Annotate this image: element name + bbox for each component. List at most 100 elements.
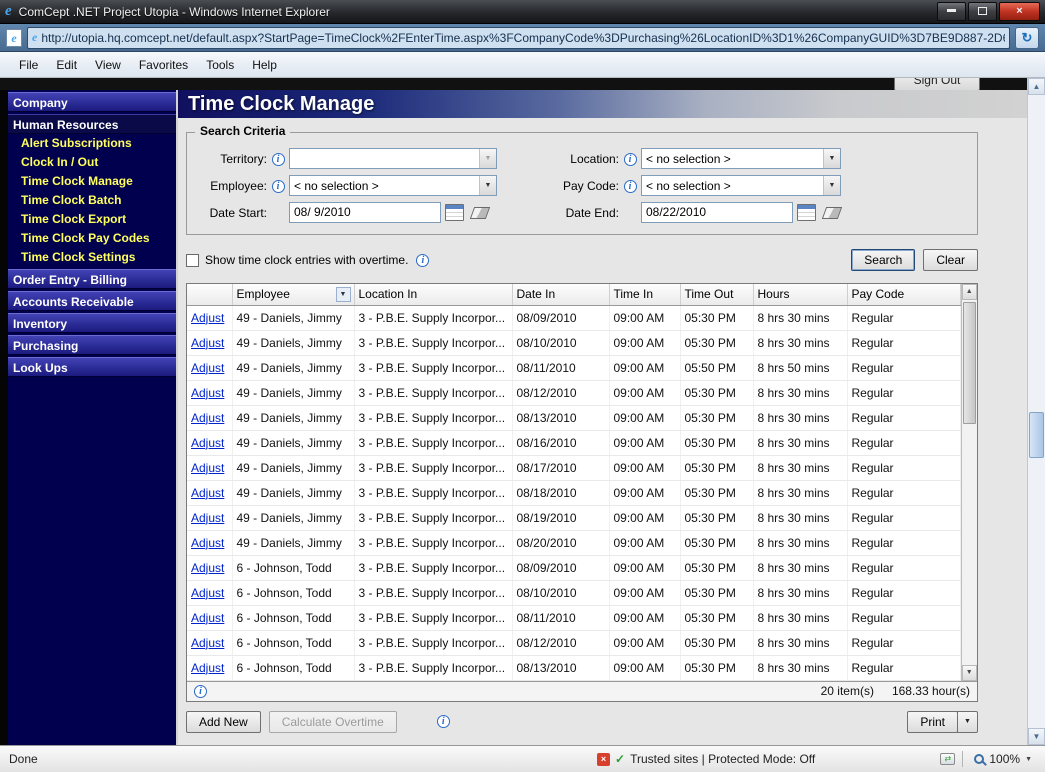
- maximize-button[interactable]: [968, 2, 997, 21]
- menu-tools[interactable]: Tools: [197, 55, 243, 75]
- scroll-up-icon[interactable]: [961, 284, 977, 300]
- adjust-link[interactable]: Adjust: [191, 336, 224, 350]
- sidebar-item-company[interactable]: Company: [8, 92, 176, 112]
- overtime-checkbox[interactable]: [186, 253, 199, 267]
- favicon-icon: e: [32, 30, 38, 44]
- print-button[interactable]: Print: [907, 710, 958, 733]
- menu-edit[interactable]: Edit: [47, 55, 86, 75]
- scroll-down-icon[interactable]: [961, 664, 977, 681]
- sidebar-item-alert-subscriptions[interactable]: Alert Subscriptions: [8, 134, 176, 153]
- calendar-icon[interactable]: [445, 204, 464, 221]
- menu-view[interactable]: View: [86, 55, 130, 75]
- sidebar-item-order-entry-billing[interactable]: Order Entry - Billing: [8, 269, 176, 289]
- adjust-link[interactable]: Adjust: [191, 611, 224, 625]
- adjust-link[interactable]: Adjust: [191, 486, 224, 500]
- menu-help[interactable]: Help: [243, 55, 286, 75]
- cell-location: 3 - P.B.E. Supply Incorpor...: [354, 330, 513, 356]
- sidebar-item-time-clock-manage[interactable]: Time Clock Manage: [8, 172, 176, 191]
- adjust-link[interactable]: Adjust: [191, 311, 224, 325]
- sidebar-item-clock-in-out[interactable]: Clock In / Out: [8, 153, 176, 172]
- page-icon: e: [6, 28, 22, 47]
- info-icon[interactable]: [416, 253, 430, 267]
- sidebar-item-time-clock-pay-codes[interactable]: Time Clock Pay Codes: [8, 229, 176, 248]
- add-new-button[interactable]: Add New: [186, 710, 261, 733]
- adjust-link[interactable]: Adjust: [191, 536, 224, 550]
- sidebar-item-look-ups[interactable]: Look Ups: [8, 357, 176, 377]
- col-time-in[interactable]: Time In: [609, 284, 681, 306]
- menu-favorites[interactable]: Favorites: [130, 55, 197, 75]
- adjust-link[interactable]: Adjust: [191, 661, 224, 675]
- col-time-out[interactable]: Time Out: [680, 284, 754, 306]
- zoom-control[interactable]: 100%: [970, 752, 1036, 766]
- search-button[interactable]: Search: [851, 249, 916, 271]
- items-count: 20 item(s): [820, 684, 874, 698]
- info-icon[interactable]: [436, 715, 450, 728]
- col-location-in[interactable]: Location In: [354, 284, 513, 306]
- adjust-link[interactable]: Adjust: [191, 361, 224, 375]
- sidebar-item-human-resources[interactable]: Human Resources: [8, 114, 176, 134]
- sidebar-item-time-clock-batch[interactable]: Time Clock Batch: [8, 191, 176, 210]
- adjust-link[interactable]: Adjust: [191, 436, 224, 450]
- paycode-select[interactable]: < no selection >: [641, 175, 841, 196]
- sort-icon[interactable]: [335, 287, 351, 302]
- grid-body: Adjust 49 - Daniels, Jimmy 3 - P.B.E. Supp…: [187, 305, 961, 681]
- adjust-link[interactable]: Adjust: [191, 386, 224, 400]
- browser-scrollbar[interactable]: [1027, 78, 1045, 745]
- sidebar-item-accounts-receivable[interactable]: Accounts Receivable: [8, 291, 176, 311]
- adjust-link[interactable]: Adjust: [191, 411, 224, 425]
- scrollbar-thumb[interactable]: [962, 302, 976, 424]
- cell-pay-code: Regular: [847, 430, 961, 456]
- territory-select[interactable]: [289, 148, 497, 169]
- info-icon[interactable]: [271, 152, 285, 166]
- scrollbar-thumb[interactable]: [1029, 412, 1044, 458]
- address-input[interactable]: e http://utopia.hq.comcept.net/default.a…: [27, 26, 1010, 49]
- date-start-input[interactable]: 08/ 9/2010: [289, 202, 441, 223]
- adjust-link[interactable]: Adjust: [191, 561, 224, 575]
- sidebar-item-time-clock-settings[interactable]: Time Clock Settings: [8, 248, 176, 267]
- info-icon[interactable]: [271, 179, 285, 193]
- cell-pay-code: Regular: [847, 305, 961, 331]
- smartscreen-icon[interactable]: [597, 752, 610, 766]
- status-bar: Done Trusted sites | Protected Mode: Off…: [0, 745, 1045, 772]
- cell-date-in: 08/13/2010: [512, 405, 610, 431]
- date-end-input[interactable]: 08/22/2010: [641, 202, 793, 223]
- eraser-icon[interactable]: [821, 206, 843, 219]
- cell-date-in: 08/18/2010: [512, 480, 610, 506]
- col-employee[interactable]: Employee: [232, 284, 355, 306]
- refresh-button[interactable]: [1015, 26, 1039, 49]
- minimize-button[interactable]: [937, 2, 966, 21]
- sidebar-item-time-clock-export[interactable]: Time Clock Export: [8, 210, 176, 229]
- clear-button[interactable]: Clear: [923, 249, 978, 271]
- scroll-down-icon[interactable]: [1028, 728, 1045, 745]
- network-icon[interactable]: [940, 753, 956, 765]
- col-hours[interactable]: Hours: [753, 284, 848, 306]
- cell-hours: 8 hrs 30 mins: [753, 380, 848, 406]
- sidebar-item-purchasing[interactable]: Purchasing: [8, 335, 176, 355]
- calendar-icon[interactable]: [797, 204, 816, 221]
- adjust-link[interactable]: Adjust: [191, 461, 224, 475]
- info-icon[interactable]: [194, 684, 207, 698]
- adjust-link[interactable]: Adjust: [191, 586, 224, 600]
- location-select[interactable]: < no selection >: [641, 148, 841, 169]
- print-dropdown-icon[interactable]: [957, 710, 978, 733]
- search-criteria-heading: Search Criteria: [195, 124, 291, 138]
- info-icon[interactable]: [623, 179, 637, 193]
- cell-hours: 8 hrs 50 mins: [753, 355, 848, 381]
- scrollbar-track[interactable]: [962, 300, 978, 665]
- eraser-icon[interactable]: [469, 206, 491, 219]
- paycode-label: Pay Code:: [562, 178, 619, 193]
- col-pay-code[interactable]: Pay Code: [847, 284, 961, 306]
- sidebar-item-inventory[interactable]: Inventory: [8, 313, 176, 333]
- employee-select[interactable]: < no selection >: [289, 175, 497, 196]
- grid-scrollbar[interactable]: [960, 284, 978, 681]
- scrollbar-track[interactable]: [1028, 95, 1045, 728]
- scroll-up-icon[interactable]: [1028, 78, 1045, 95]
- menu-file[interactable]: File: [10, 55, 47, 75]
- col-date-in[interactable]: Date In: [512, 284, 610, 306]
- close-button[interactable]: ×: [999, 2, 1040, 21]
- sign-out-button[interactable]: Sign Out: [894, 78, 980, 90]
- adjust-link[interactable]: Adjust: [191, 511, 224, 525]
- info-icon[interactable]: [623, 152, 637, 166]
- cell-pay-code: Regular: [847, 530, 961, 556]
- adjust-link[interactable]: Adjust: [191, 636, 224, 650]
